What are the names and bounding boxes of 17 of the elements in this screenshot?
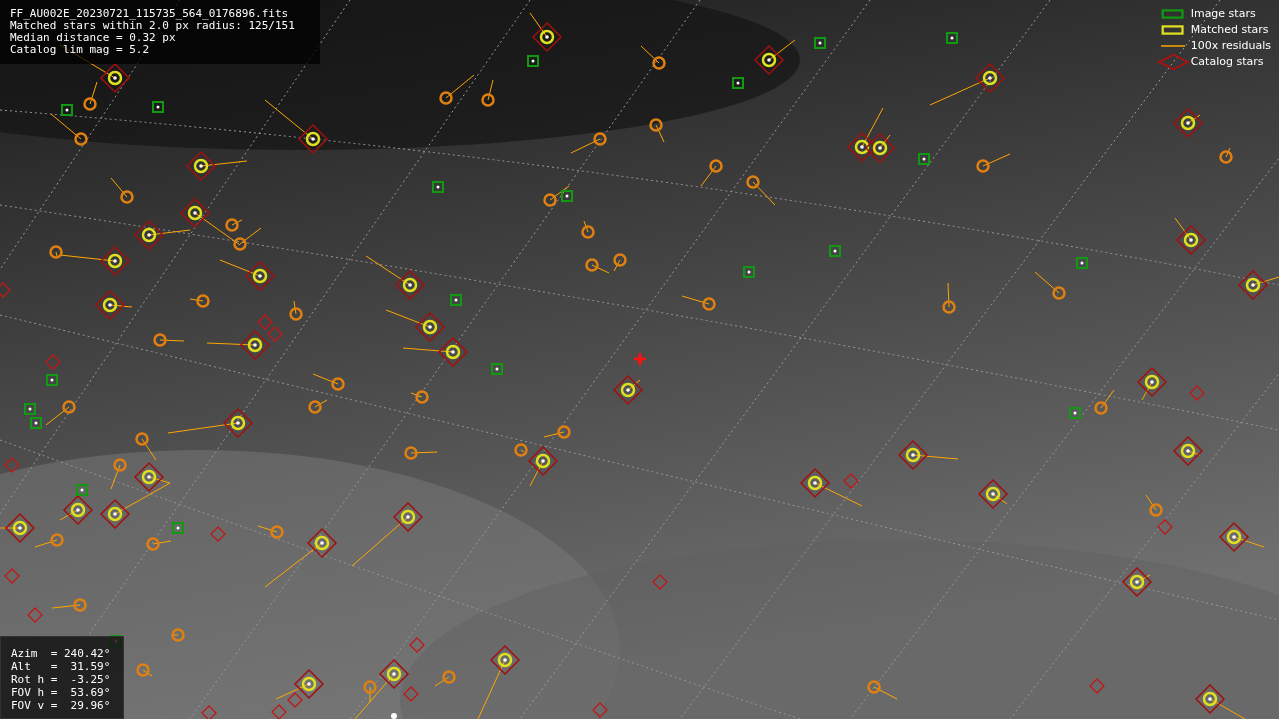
matched-marker-icon — [1159, 22, 1187, 37]
pointing-text: Azim = 240.42° — [11, 647, 112, 660]
info-text: Matched stars within 2.0 px radius: 125/151 — [10, 20, 296, 32]
pointing-text: FOV v = 29.96° — [11, 699, 112, 712]
legend-label: 100x residuals — [1190, 39, 1271, 52]
legend-label: Catalog stars — [1190, 55, 1264, 68]
pointing-text: Alt = 31.59° — [11, 660, 112, 673]
info-text: Median distance = 0.32 px — [10, 32, 177, 44]
center-cross-icon — [632, 351, 648, 367]
info-text: FF_AU002E_20230721_115735_564_0176896.fits — [10, 8, 290, 20]
pointing-text: FOV h = 53.69° — [11, 686, 112, 699]
info-text: Catalog lim mag = 5.2 — [10, 44, 151, 56]
pointing-text: Rot h = -3.25° — [11, 673, 112, 686]
residual-line-icon — [1161, 44, 1186, 47]
legend-label: Image stars — [1190, 7, 1256, 20]
legend-label: Matched stars — [1190, 23, 1269, 36]
catalog-diamond-icon — [1159, 54, 1187, 69]
